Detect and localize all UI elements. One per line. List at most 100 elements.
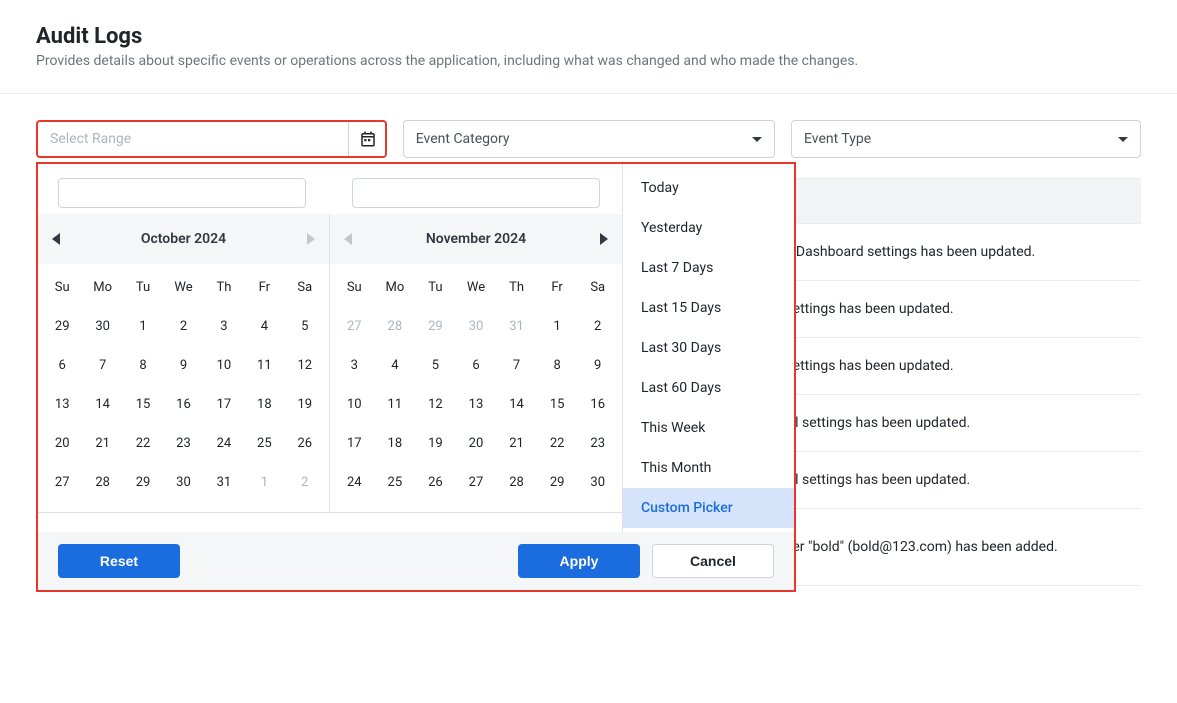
calendar-day[interactable]: 19 <box>285 385 325 424</box>
calendar-day[interactable]: 10 <box>334 385 375 424</box>
calendar-day[interactable]: 29 <box>415 307 456 346</box>
calendar-day[interactable]: 26 <box>415 463 456 502</box>
calendar-day[interactable]: 29 <box>537 463 578 502</box>
calendar-day[interactable]: 17 <box>334 424 375 463</box>
calendar-day[interactable]: 27 <box>42 463 82 502</box>
next-month-button[interactable] <box>600 233 608 245</box>
calendar-day[interactable]: 4 <box>244 307 284 346</box>
calendar-day[interactable]: 9 <box>163 346 203 385</box>
calendar-day[interactable]: 14 <box>82 385 122 424</box>
start-date-input[interactable] <box>58 178 306 208</box>
calendar-day[interactable]: 27 <box>334 307 375 346</box>
calendar-day[interactable]: 2 <box>163 307 203 346</box>
calendar-day[interactable]: 28 <box>82 463 122 502</box>
reset-button[interactable]: Reset <box>58 544 180 578</box>
calendar-day[interactable]: 22 <box>537 424 578 463</box>
calendar-day[interactable]: 21 <box>82 424 122 463</box>
calendar-day[interactable]: 6 <box>42 346 82 385</box>
dow-label: We <box>456 268 497 307</box>
calendar-day[interactable]: 10 <box>204 346 244 385</box>
calendar-day[interactable]: 8 <box>123 346 163 385</box>
calendar-day[interactable]: 5 <box>285 307 325 346</box>
calendar-day[interactable]: 9 <box>577 346 618 385</box>
calendar-day[interactable]: 3 <box>204 307 244 346</box>
event-type-dropdown[interactable]: Event Type <box>791 120 1141 158</box>
preset-item[interactable]: Custom Picker <box>623 488 794 528</box>
calendar-day[interactable]: 28 <box>375 307 416 346</box>
cell-summary: byment Dashboard settings has been updat… <box>746 244 1121 260</box>
calendar-day[interactable]: 24 <box>204 424 244 463</box>
cell-summary: and Feel settings has been updated. <box>746 415 1121 431</box>
col-summary: mary <box>746 193 1121 209</box>
calendar-day[interactable]: 23 <box>163 424 203 463</box>
calendar-day[interactable]: 2 <box>577 307 618 346</box>
calendar-day[interactable]: 7 <box>496 346 537 385</box>
calendar-day[interactable]: 15 <box>123 385 163 424</box>
calendar-day[interactable]: 12 <box>415 385 456 424</box>
date-range-placeholder: Select Range <box>50 131 131 147</box>
calendar-day[interactable]: 30 <box>577 463 618 502</box>
calendar-button[interactable] <box>348 122 377 156</box>
event-category-label: Event Category <box>416 131 510 147</box>
calendar-day[interactable]: 27 <box>456 463 497 502</box>
calendar-day[interactable]: 11 <box>375 385 416 424</box>
chevron-down-icon <box>752 137 762 142</box>
calendar-day[interactable]: 16 <box>577 385 618 424</box>
calendar-day[interactable]: 29 <box>123 463 163 502</box>
calendar-day[interactable]: 6 <box>456 346 497 385</box>
preset-item[interactable]: This Month <box>623 448 794 488</box>
preset-item[interactable]: Yesterday <box>623 208 794 248</box>
calendar-day[interactable]: 11 <box>244 346 284 385</box>
calendar-day[interactable]: 2 <box>285 463 325 502</box>
calendar-day[interactable]: 25 <box>244 424 284 463</box>
event-category-dropdown[interactable]: Event Category <box>403 120 775 158</box>
apply-button[interactable]: Apply <box>518 544 640 578</box>
calendar-day[interactable]: 18 <box>244 385 284 424</box>
calendar-day[interactable]: 23 <box>577 424 618 463</box>
calendar-day[interactable]: 20 <box>42 424 82 463</box>
preset-item[interactable]: Last 15 Days <box>623 288 794 328</box>
preset-item[interactable]: Last 7 Days <box>623 248 794 288</box>
calendar-day[interactable]: 7 <box>82 346 122 385</box>
calendar-day[interactable]: 1 <box>123 307 163 346</box>
calendar-day[interactable]: 20 <box>456 424 497 463</box>
date-range-field[interactable]: Select Range <box>36 120 387 158</box>
calendar-day[interactable]: 30 <box>82 307 122 346</box>
calendar-day[interactable]: 17 <box>204 385 244 424</box>
dow-label: Su <box>42 268 82 307</box>
calendar-day[interactable]: 18 <box>375 424 416 463</box>
prev-month-button[interactable] <box>52 233 60 245</box>
calendar-day[interactable]: 1 <box>244 463 284 502</box>
calendar-day[interactable]: 8 <box>537 346 578 385</box>
calendar-day[interactable]: 24 <box>334 463 375 502</box>
calendar-day[interactable]: 1 <box>537 307 578 346</box>
calendar-day[interactable]: 19 <box>415 424 456 463</box>
calendar-day[interactable]: 29 <box>42 307 82 346</box>
calendar-day[interactable]: 30 <box>456 307 497 346</box>
calendar-day[interactable]: 16 <box>163 385 203 424</box>
preset-item[interactable]: Last 30 Days <box>623 328 794 368</box>
next-month-button-disabled <box>307 233 315 245</box>
calendar-day[interactable]: 4 <box>375 346 416 385</box>
preset-item[interactable]: This Week <box>623 408 794 448</box>
calendar-day[interactable]: 3 <box>334 346 375 385</box>
calendar-day[interactable]: 22 <box>123 424 163 463</box>
calendar-day[interactable]: 31 <box>204 463 244 502</box>
calendar-day[interactable]: 13 <box>42 385 82 424</box>
calendar-day[interactable]: 30 <box>163 463 203 502</box>
calendar-day[interactable]: 14 <box>496 385 537 424</box>
calendar-day[interactable]: 25 <box>375 463 416 502</box>
calendar-day[interactable]: 26 <box>285 424 325 463</box>
calendar-day[interactable]: 21 <box>496 424 537 463</box>
calendar-day[interactable]: 31 <box>496 307 537 346</box>
calendar-day[interactable]: 5 <box>415 346 456 385</box>
preset-item[interactable]: Today <box>623 168 794 208</box>
preset-item[interactable]: Last 60 Days <box>623 368 794 408</box>
calendar-day[interactable]: 13 <box>456 385 497 424</box>
calendar-icon <box>359 130 377 148</box>
end-date-input[interactable] <box>352 178 600 208</box>
cancel-button[interactable]: Cancel <box>652 544 774 578</box>
calendar-day[interactable]: 12 <box>285 346 325 385</box>
calendar-day[interactable]: 28 <box>496 463 537 502</box>
calendar-day[interactable]: 15 <box>537 385 578 424</box>
